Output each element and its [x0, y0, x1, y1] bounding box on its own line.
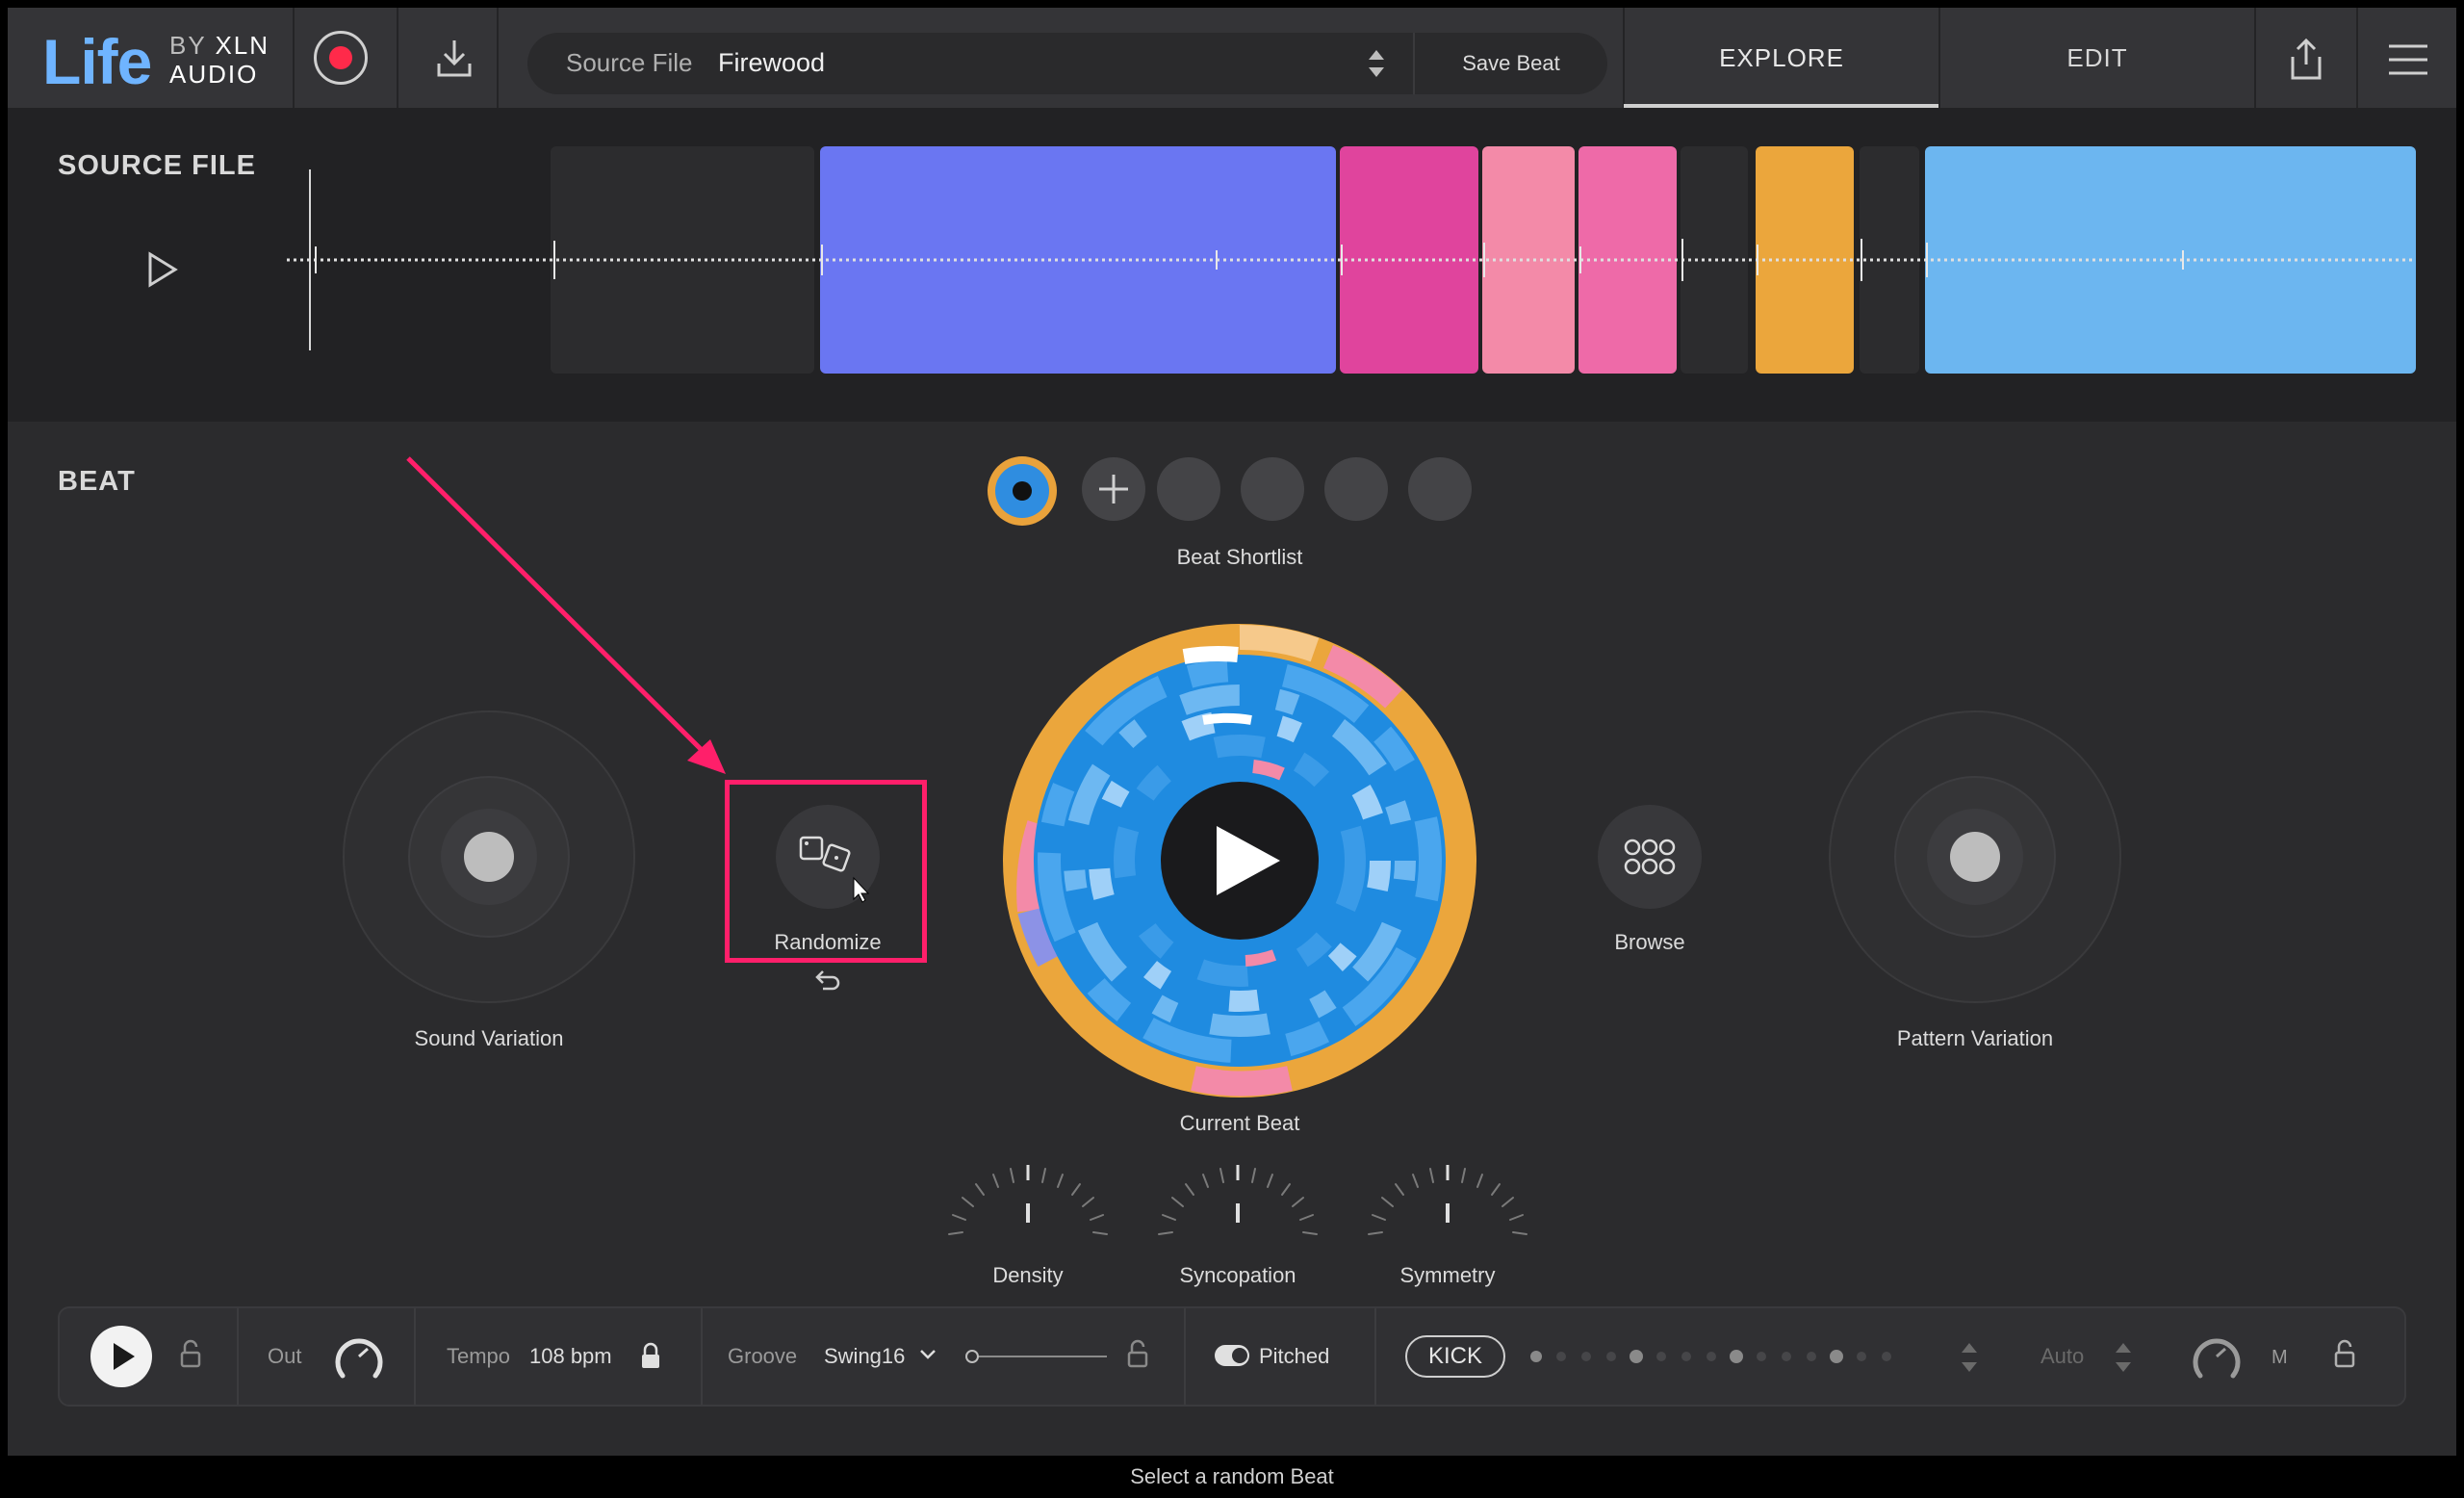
- groove-slider[interactable]: [964, 1345, 1109, 1368]
- lock-open-icon[interactable]: [2333, 1337, 2356, 1372]
- play-button[interactable]: [90, 1326, 152, 1387]
- groove-label: Groove: [728, 1344, 798, 1368]
- annotation-arrow: [406, 456, 726, 774]
- divider: [1374, 1308, 1376, 1405]
- lock-open-icon[interactable]: [179, 1337, 202, 1372]
- chevron-down-icon[interactable]: [918, 1345, 937, 1364]
- kick-button[interactable]: KICK: [1405, 1335, 1505, 1378]
- groove-value[interactable]: Swing16: [824, 1344, 905, 1369]
- lock-closed-icon[interactable]: [639, 1341, 662, 1372]
- auto-label: Auto: [2040, 1344, 2085, 1368]
- app-window: Life BY XLN AUDIO Source File Firewood S…: [8, 8, 2456, 1456]
- divider: [1184, 1308, 1186, 1405]
- out-knob[interactable]: [331, 1331, 387, 1383]
- lock-open-icon[interactable]: [1126, 1337, 1149, 1372]
- up-down-arrows-icon[interactable]: [1958, 1337, 1981, 1378]
- up-down-arrows-icon[interactable]: [2112, 1337, 2135, 1378]
- pitched-label: Pitched: [1259, 1344, 1330, 1368]
- mute-label[interactable]: M: [2272, 1347, 2288, 1369]
- divider: [237, 1308, 239, 1405]
- randomize-highlight-box: [725, 780, 927, 963]
- play-icon: [114, 1343, 135, 1370]
- divider: [701, 1308, 703, 1405]
- pitched-toggle[interactable]: [1215, 1345, 1249, 1366]
- tempo-value[interactable]: 108 bpm: [529, 1344, 612, 1369]
- transport-bar: Out Tempo 108 bpm Groove Swing16 Pitched: [58, 1306, 2406, 1407]
- divider: [414, 1308, 416, 1405]
- tempo-label: Tempo: [447, 1344, 511, 1368]
- out-label: Out: [268, 1344, 302, 1368]
- status-bar: Select a random Beat: [0, 1456, 2464, 1498]
- step-sequencer-dots[interactable]: [1527, 1345, 1892, 1368]
- volume-knob[interactable]: [2189, 1331, 2245, 1383]
